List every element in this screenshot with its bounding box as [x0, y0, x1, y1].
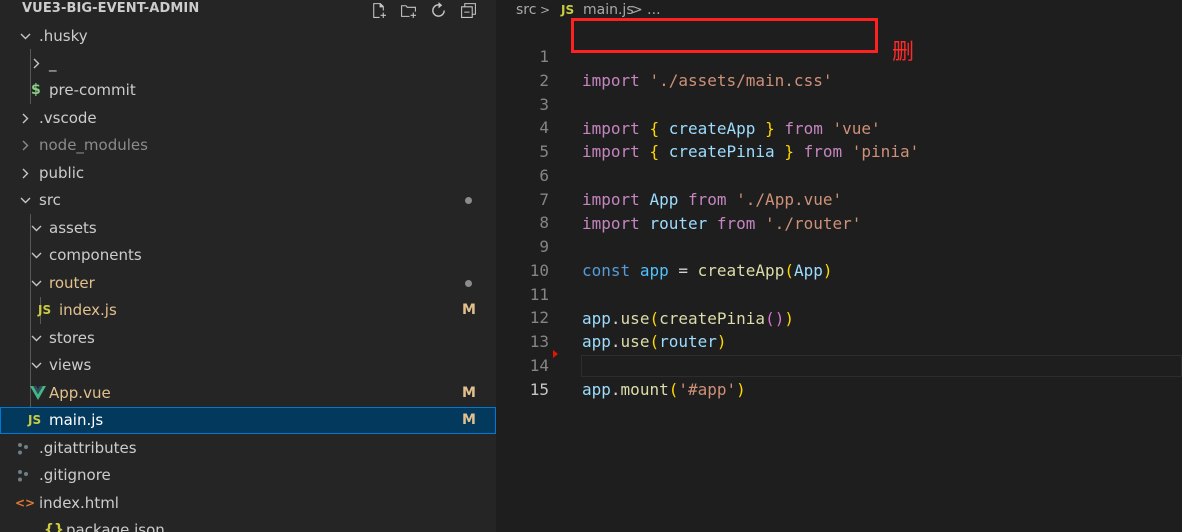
modified-dot — [465, 197, 472, 204]
tree-item-label: _ — [49, 54, 57, 72]
html-file-icon: <> — [15, 496, 36, 510]
tree-folder-public[interactable]: public — [0, 160, 496, 187]
chevron-down-icon — [31, 280, 42, 287]
collapse-all-icon[interactable] — [457, 0, 479, 20]
new-file-icon[interactable] — [367, 0, 389, 20]
tree-folder-assets[interactable]: assets — [0, 215, 496, 242]
code-line[interactable]: 10 — [496, 235, 1182, 280]
chevron-down-icon — [31, 225, 42, 232]
git-file-icon — [18, 443, 28, 455]
json-file-icon: {} — [44, 522, 64, 532]
breadcrumb-file[interactable]: main.js — [583, 0, 634, 20]
modified-dot — [465, 280, 472, 287]
tree-item-label: assets — [49, 219, 97, 237]
tree-file-main-js[interactable]: JS main.js M — [0, 407, 496, 434]
tree-item-label: main.js — [49, 411, 104, 429]
shell-file-icon: $ — [31, 82, 41, 98]
tree-folder-stores[interactable]: stores — [0, 325, 496, 352]
code-line[interactable]: 12 app.use(router) — [496, 282, 1182, 351]
chevron-down-icon — [31, 252, 42, 259]
tree-item-label: index.html — [39, 494, 119, 512]
highlight-annotation-box — [571, 18, 878, 53]
tree-item-label: .gitignore — [39, 466, 111, 484]
tree-file-app-vue[interactable]: App.vue M — [0, 380, 496, 407]
js-file-icon: JS — [38, 303, 52, 317]
tree-item-label: .vscode — [39, 109, 97, 127]
chevron-right-icon — [22, 140, 29, 151]
tree-file-package-json[interactable]: {} package.json — [0, 517, 496, 532]
code-line[interactable]: 11 app.use(createPinia()) — [496, 259, 1182, 328]
tree-folder-husky[interactable]: .husky — [0, 23, 496, 50]
code-line[interactable]: 15 — [496, 354, 1182, 399]
explorer-title: VUE3-BIG-EVENT-ADMIN — [22, 1, 200, 16]
line-number: 15 — [529, 380, 549, 399]
code-line[interactable]: 3 import { createApp } from 'vue' — [496, 69, 1182, 138]
tree-folder-src[interactable]: src — [0, 187, 496, 214]
tree-item-label: components — [49, 246, 142, 264]
code-line[interactable]: 14 app.mount('#app') — [496, 330, 1182, 399]
explorer-sidebar: VUE3-BIG-EVENT-ADMIN .husky _ $ pre-comm… — [0, 0, 496, 532]
chevron-right-icon — [22, 168, 29, 179]
tree-file-index-html[interactable]: <> index.html — [0, 490, 496, 517]
new-folder-icon[interactable] — [397, 0, 419, 20]
code-line[interactable]: 6 import App from './App.vue' — [496, 140, 1182, 209]
chevron-right-icon — [22, 113, 29, 124]
tree-item-label: stores — [49, 329, 95, 347]
git-status-badge: M — [462, 302, 476, 318]
tree-folder-vscode[interactable]: .vscode — [0, 105, 496, 132]
git-status-badge: M — [462, 412, 476, 428]
tree-file-pre-commit[interactable]: $ pre-commit — [0, 77, 496, 104]
code-line[interactable]: 8 — [496, 187, 1182, 232]
tree-item-label: index.js — [59, 301, 117, 319]
tree-file-gitattributes[interactable]: .gitattributes — [0, 435, 496, 462]
tree-folder-underscore[interactable]: _ — [0, 50, 496, 77]
refresh-icon[interactable] — [427, 0, 449, 20]
tree-item-label: public — [39, 164, 85, 182]
line-code: app.mount('#app') — [582, 380, 746, 399]
tree-item-label: router — [49, 274, 95, 292]
code-line[interactable]: 7 import router from './router' — [496, 164, 1182, 233]
chevron-down-icon — [31, 335, 42, 342]
chevron-down-icon — [31, 362, 42, 369]
tree-file-gitignore[interactable]: .gitignore — [0, 462, 496, 489]
tree-item-label: node_modules — [39, 136, 148, 154]
git-status-badge: M — [462, 385, 476, 401]
breadcrumb-folder[interactable]: src — [516, 0, 536, 20]
code-editor[interactable]: src > JS main.js > ... 1 import './asset… — [496, 0, 1182, 532]
tree-folder-components[interactable]: components — [0, 242, 496, 269]
breadcrumb-separator: > — [540, 3, 551, 17]
code-line[interactable]: 4 import { createPinia } from 'pinia' — [496, 92, 1182, 161]
tree-item-label: App.vue — [49, 384, 111, 402]
chevron-down-icon — [20, 197, 31, 204]
tree-item-label: src — [39, 191, 61, 209]
tree-item-label: pre-commit — [49, 81, 136, 99]
tree-item-label: .husky — [39, 27, 88, 45]
code-line[interactable]: 5 — [496, 116, 1182, 161]
tree-folder-views[interactable]: views — [0, 352, 496, 379]
vue-file-icon — [30, 386, 46, 400]
git-file-icon — [18, 470, 28, 482]
annotation-delete-text: 删 — [892, 40, 915, 65]
tree-folder-router[interactable]: router — [0, 270, 496, 297]
deleted-line-marker[interactable] — [553, 350, 558, 358]
explorer-header: VUE3-BIG-EVENT-ADMIN — [0, 0, 496, 20]
breadcrumb-symbols[interactable]: > ... — [631, 0, 661, 20]
tree-file-index-js[interactable]: JS index.js M — [0, 297, 496, 324]
chevron-right-icon — [33, 58, 40, 69]
tree-item-label: views — [49, 356, 92, 374]
tree-item-label: .gitattributes — [39, 439, 137, 457]
tree-item-label: package.json — [66, 521, 165, 532]
code-line[interactable]: 13 — [496, 306, 1182, 351]
chevron-down-icon — [20, 33, 31, 40]
tree-folder-node-modules[interactable]: node_modules — [0, 132, 496, 159]
js-file-icon: JS — [561, 3, 575, 17]
code-line[interactable]: 9 const app = createApp(App) — [496, 211, 1182, 280]
js-file-icon: JS — [28, 413, 42, 427]
